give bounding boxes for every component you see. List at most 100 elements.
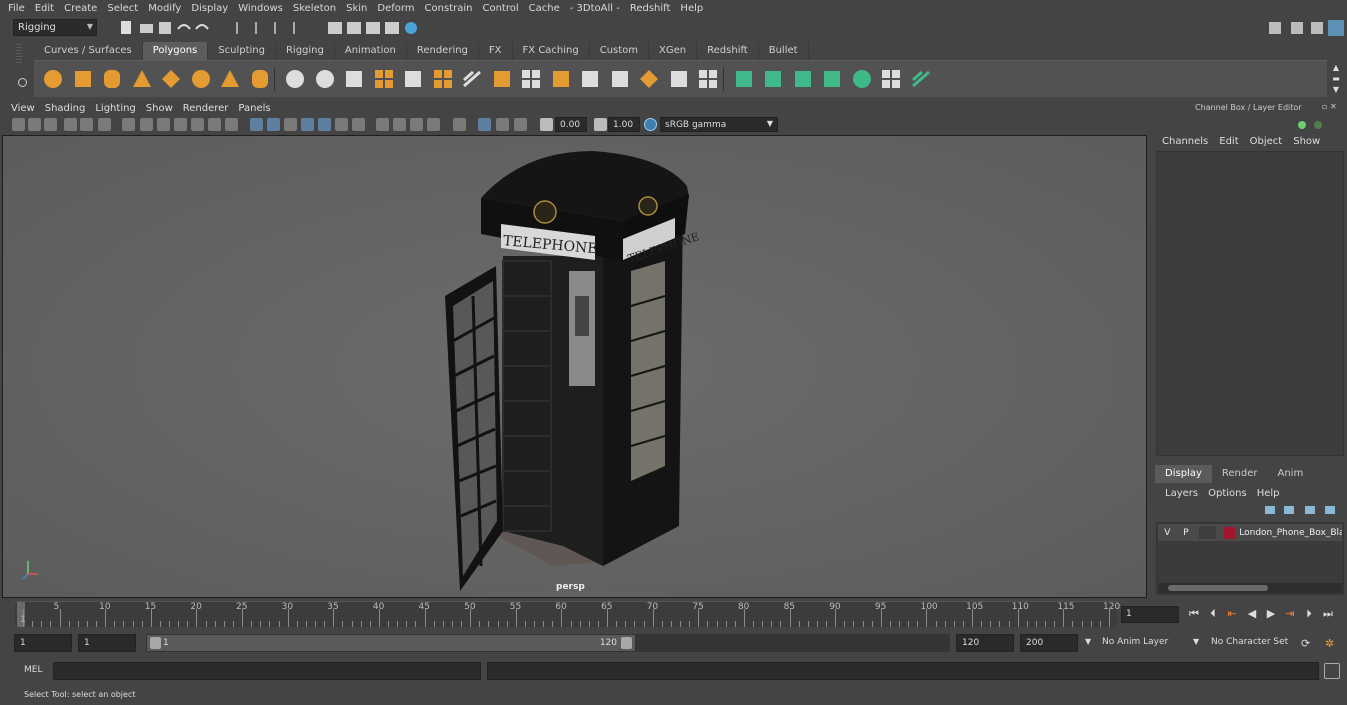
image-plane-icon[interactable] (64, 118, 77, 131)
cube-icon[interactable] (72, 68, 94, 90)
uv-planar-icon[interactable] (733, 68, 755, 90)
lock-camera-icon[interactable] (28, 118, 41, 131)
workspace-icons[interactable] (1266, 19, 1346, 37)
play-backwards-icon[interactable]: ◀ (1244, 606, 1260, 622)
menu-item[interactable]: - 3DtoAll - (566, 3, 626, 14)
menu-item[interactable]: Select (103, 3, 144, 14)
offset-loop-icon[interactable] (609, 68, 631, 90)
animation-start-field[interactable]: 1 (14, 634, 72, 652)
shelf-tab[interactable]: Animation (334, 42, 407, 60)
menu-item[interactable]: Deform (373, 3, 420, 14)
motion-blur-icon[interactable] (393, 118, 406, 131)
layer-color-swatch[interactable] (1224, 526, 1236, 539)
layer-name[interactable]: London_Phone_Box_Blac (1239, 528, 1342, 538)
shelf-tab[interactable]: FX Caching (512, 42, 590, 60)
shelf-tab[interactable]: Polygons (142, 42, 209, 60)
safe-action-icon[interactable] (208, 118, 221, 131)
auto-key-icon[interactable]: ⟳ (1296, 634, 1312, 652)
animation-end-field[interactable]: 200 (1020, 634, 1078, 652)
uv-auto-icon[interactable] (821, 68, 843, 90)
gate-mask-icon[interactable] (174, 118, 187, 131)
depth-of-field-icon[interactable] (427, 118, 440, 131)
time-slider[interactable]: 1510152025303540455055606570758085909510… (15, 601, 1120, 627)
lights-icon[interactable] (335, 118, 348, 131)
mirror-icon[interactable] (343, 68, 365, 90)
layer-editor-tab[interactable]: Anim (1267, 465, 1314, 483)
panel-float-close-icons[interactable]: ▫ ✕ (1322, 102, 1342, 114)
layer-playback-toggle[interactable]: P (1177, 528, 1196, 538)
insert-loop-icon[interactable] (579, 68, 601, 90)
textured-icon[interactable] (318, 118, 331, 131)
menu-item[interactable]: File (4, 3, 31, 14)
cone-icon[interactable] (131, 68, 153, 90)
viewport-menu-item[interactable]: Lighting (90, 103, 140, 114)
exposure-field[interactable]: 0.00 (555, 117, 587, 132)
shadows-icon[interactable] (352, 118, 365, 131)
ambient-occlusion-icon[interactable] (376, 118, 389, 131)
viewport-menu-item[interactable]: Renderer (178, 103, 234, 114)
uv-checker-icon[interactable] (880, 68, 902, 90)
xray-icon[interactable] (478, 118, 491, 131)
shelf-tab[interactable]: XGen (649, 42, 698, 60)
shelf-tab[interactable]: FX (478, 42, 513, 60)
pipe-icon[interactable] (249, 68, 271, 90)
step-back-key-icon[interactable]: ⇤ (1224, 606, 1240, 622)
layer-scrollbar[interactable] (1158, 583, 1342, 593)
layer-editor-menu-item[interactable]: Help (1252, 488, 1285, 499)
shelf-tab[interactable]: Curves / Surfaces (34, 42, 143, 60)
viewport-menu-item[interactable]: View (6, 103, 40, 114)
go-to-start-icon[interactable]: ⏮ (1186, 606, 1202, 622)
layer-editor-menu-item[interactable]: Options (1203, 488, 1252, 499)
layer-row[interactable]: V P London_Phone_Box_Blac (1158, 524, 1342, 541)
combine-icon[interactable] (284, 68, 306, 90)
channel-box-menu-item[interactable]: Object (1245, 136, 1289, 147)
step-back-icon[interactable]: ⏴ (1205, 606, 1221, 622)
layer-editor-tab[interactable]: Render (1211, 465, 1268, 483)
menu-item[interactable]: Cache (525, 3, 566, 14)
layer-visibility-toggle[interactable]: V (1158, 528, 1177, 538)
gear-icon[interactable] (18, 78, 27, 87)
menu-item[interactable]: Edit (31, 3, 60, 14)
torus-icon[interactable] (190, 68, 212, 90)
layer-display-type[interactable] (1199, 526, 1217, 539)
extrude-icon[interactable] (402, 68, 424, 90)
layer-editor-menu-item[interactable]: Layers (1160, 488, 1203, 499)
current-frame-field[interactable]: 1 (1121, 606, 1179, 623)
2d-pan-icon[interactable] (80, 118, 93, 131)
viewport-menu-item[interactable]: Shading (40, 103, 91, 114)
menu-item[interactable]: Skin (342, 3, 373, 14)
xray-joints-icon[interactable] (496, 118, 509, 131)
menu-item[interactable]: Create (60, 3, 103, 14)
playback-end-field[interactable]: 120 (956, 634, 1014, 652)
wireframe-on-shaded-icon[interactable] (301, 118, 314, 131)
xray-components-icon[interactable] (514, 118, 527, 131)
crease-icon[interactable] (668, 68, 690, 90)
select-camera-icon[interactable] (12, 118, 25, 131)
wireframe-icon[interactable] (250, 118, 263, 131)
grid-icon[interactable] (122, 118, 135, 131)
step-forward-icon[interactable]: ⏵ (1301, 606, 1317, 622)
pyramid-icon[interactable] (219, 68, 241, 90)
exposure-icon[interactable] (540, 118, 553, 131)
shelf-tab[interactable]: Bullet (758, 42, 809, 60)
multicut-icon[interactable] (461, 68, 483, 90)
menu-set-dropdown[interactable]: Rigging ▼ (13, 19, 97, 36)
step-forward-key-icon[interactable]: ⇥ (1282, 606, 1298, 622)
default-material-icon[interactable] (284, 118, 297, 131)
channel-box-icons[interactable] (1296, 118, 1336, 132)
anti-aliasing-icon[interactable] (410, 118, 423, 131)
sphere-icon[interactable] (42, 68, 64, 90)
shelf-scroll[interactable]: ▲ ▬ ▼ (1328, 62, 1344, 96)
script-editor-icon[interactable] (1324, 663, 1340, 679)
plane-icon[interactable] (160, 68, 182, 90)
target-weld-icon[interactable] (491, 68, 513, 90)
shelf-tab[interactable]: Redshift (697, 42, 759, 60)
chevron-down-icon[interactable]: ▼ (1080, 634, 1092, 652)
gamma-field[interactable]: 1.00 (608, 117, 640, 132)
bevel-icon[interactable] (432, 68, 454, 90)
smooth-shade-icon[interactable] (267, 118, 280, 131)
menu-item[interactable]: Windows (234, 3, 289, 14)
smooth-icon[interactable] (373, 68, 395, 90)
gamma-icon[interactable] (594, 118, 607, 131)
layer-action-icons[interactable] (1262, 503, 1342, 517)
